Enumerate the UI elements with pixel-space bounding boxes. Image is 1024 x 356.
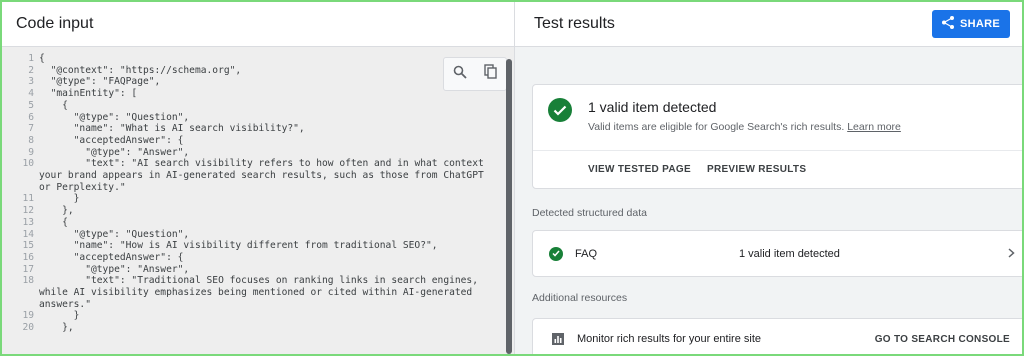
code-lines: 1{2 "@context": "https://schema.org", 3 "… — [2, 47, 514, 334]
go-to-search-console-link[interactable]: GO TO SEARCH CONSOLE — [875, 334, 1010, 345]
code-line: 18 "text": "Traditional SEO focuses on r… — [2, 275, 514, 310]
code-tools — [443, 57, 507, 91]
code-text: "@type": "FAQPage", — [39, 76, 161, 88]
detected-structured-data-label: Detected structured data — [532, 207, 647, 219]
search-icon[interactable] — [453, 65, 467, 84]
line-number: 6 — [28, 111, 34, 123]
line-number: 2 — [28, 64, 34, 76]
line-number: 10 — [22, 158, 34, 170]
code-scrollbar[interactable] — [506, 59, 512, 354]
line-number: 8 — [28, 134, 34, 146]
line-number: 9 — [28, 146, 34, 158]
code-line: 15 "name": "How is AI visibility differe… — [2, 240, 514, 252]
faq-row[interactable]: FAQ 1 valid item detected — [532, 230, 1022, 277]
preview-results-button[interactable]: PREVIEW RESULTS — [707, 164, 806, 186]
code-text: } — [39, 310, 80, 322]
line-number: 7 — [28, 123, 34, 135]
code-text: "@type": "Answer", — [39, 146, 190, 158]
valid-items-title: 1 valid item detected — [588, 99, 717, 115]
faq-check-icon — [549, 246, 563, 261]
code-line: 8 "acceptedAnswer": { — [2, 135, 514, 147]
code-text: { — [39, 53, 45, 64]
code-text: "acceptedAnswer": { — [39, 134, 184, 146]
test-results-title: Test results — [534, 15, 615, 32]
code-editor[interactable]: 1{2 "@context": "https://schema.org", 3 "… — [2, 47, 514, 354]
code-text: "mainEntity": [ — [39, 88, 138, 100]
code-text: }, — [39, 322, 74, 334]
faq-label: FAQ — [575, 247, 598, 260]
additional-resources-label: Additional resources — [532, 292, 628, 304]
line-number: 12 — [22, 205, 34, 217]
code-text: "text": "Traditional SEO focuses on rank… — [39, 275, 484, 310]
summary-card: 1 valid item detected Valid items are el… — [532, 84, 1022, 189]
line-number: 17 — [22, 263, 34, 275]
code-text: { — [39, 216, 68, 228]
code-line: 17 "@type": "Answer", — [2, 264, 514, 276]
share-icon — [941, 16, 954, 32]
copy-icon[interactable] — [484, 64, 497, 84]
code-input-panel: Code input 1{2 "@context": "https://sche… — [2, 2, 515, 354]
code-line: 13 { — [2, 217, 514, 229]
line-number: 16 — [22, 251, 34, 263]
test-results-header: Test results SHARE — [515, 2, 1022, 47]
learn-more-link[interactable]: Learn more — [847, 121, 901, 133]
code-line: 12 }, — [2, 205, 514, 217]
bar-chart-icon — [552, 333, 564, 345]
code-line: 16 "acceptedAnswer": { — [2, 252, 514, 264]
view-tested-page-button[interactable]: VIEW TESTED PAGE — [588, 164, 691, 186]
code-line: 5 { — [2, 100, 514, 112]
window-frame: Code input 1{2 "@context": "https://sche… — [0, 0, 1024, 356]
code-text: "@type": "Question", — [39, 111, 190, 123]
code-input-title: Code input — [2, 2, 514, 47]
line-number: 15 — [22, 240, 34, 252]
code-text: "@type": "Question", — [39, 228, 190, 240]
code-line: 3 "@type": "FAQPage", — [2, 76, 514, 88]
test-results-panel: Test results SHARE 1 valid item detected… — [515, 2, 1022, 354]
code-line: 19 } — [2, 310, 514, 322]
code-text: } — [39, 193, 80, 205]
code-text: "acceptedAnswer": { — [39, 251, 184, 263]
code-line: 2 "@context": "https://schema.org", — [2, 65, 514, 77]
line-number: 14 — [22, 228, 34, 240]
resource-row: Monitor rich results for your entire sit… — [532, 318, 1022, 354]
code-line: 10 "text": "AI search visibility refers … — [2, 158, 514, 193]
code-text: { — [39, 99, 68, 111]
line-number: 13 — [22, 216, 34, 228]
line-number: 3 — [28, 76, 34, 88]
line-number: 11 — [22, 193, 34, 205]
line-number: 19 — [22, 310, 34, 322]
code-line: 11 } — [2, 193, 514, 205]
line-number: 18 — [22, 275, 34, 287]
share-button[interactable]: SHARE — [931, 10, 1010, 38]
code-text: "name": "What is AI search visibility?", — [39, 123, 305, 135]
valid-items-subtitle: Valid items are eligible for Google Sear… — [588, 121, 901, 133]
line-number: 5 — [28, 99, 34, 111]
code-text: }, — [39, 205, 74, 217]
code-line: 20 }, — [2, 322, 514, 334]
faq-count: 1 valid item detected — [739, 247, 840, 260]
resource-text: Monitor rich results for your entire sit… — [577, 333, 762, 345]
code-text: "name": "How is AI visibility different … — [39, 240, 438, 252]
code-line: 6 "@type": "Question", — [2, 112, 514, 124]
code-line: 14 "@type": "Question", — [2, 229, 514, 241]
valid-check-icon — [548, 98, 572, 122]
code-line: 7 "name": "What is AI search visibility?… — [2, 123, 514, 135]
code-line: 9 "@type": "Answer", — [2, 147, 514, 159]
code-line: 4 "mainEntity": [ — [2, 88, 514, 100]
code-text: "text": "AI search visibility refers to … — [39, 158, 490, 193]
code-text: "@type": "Answer", — [39, 263, 190, 275]
line-number: 1 — [28, 53, 34, 64]
share-label: SHARE — [959, 18, 1000, 30]
line-number: 4 — [28, 88, 34, 100]
chevron-right-icon — [1008, 245, 1015, 263]
code-line: 1{ — [2, 53, 514, 65]
code-text: "@context": "https://schema.org", — [39, 64, 242, 76]
line-number: 20 — [22, 322, 34, 334]
